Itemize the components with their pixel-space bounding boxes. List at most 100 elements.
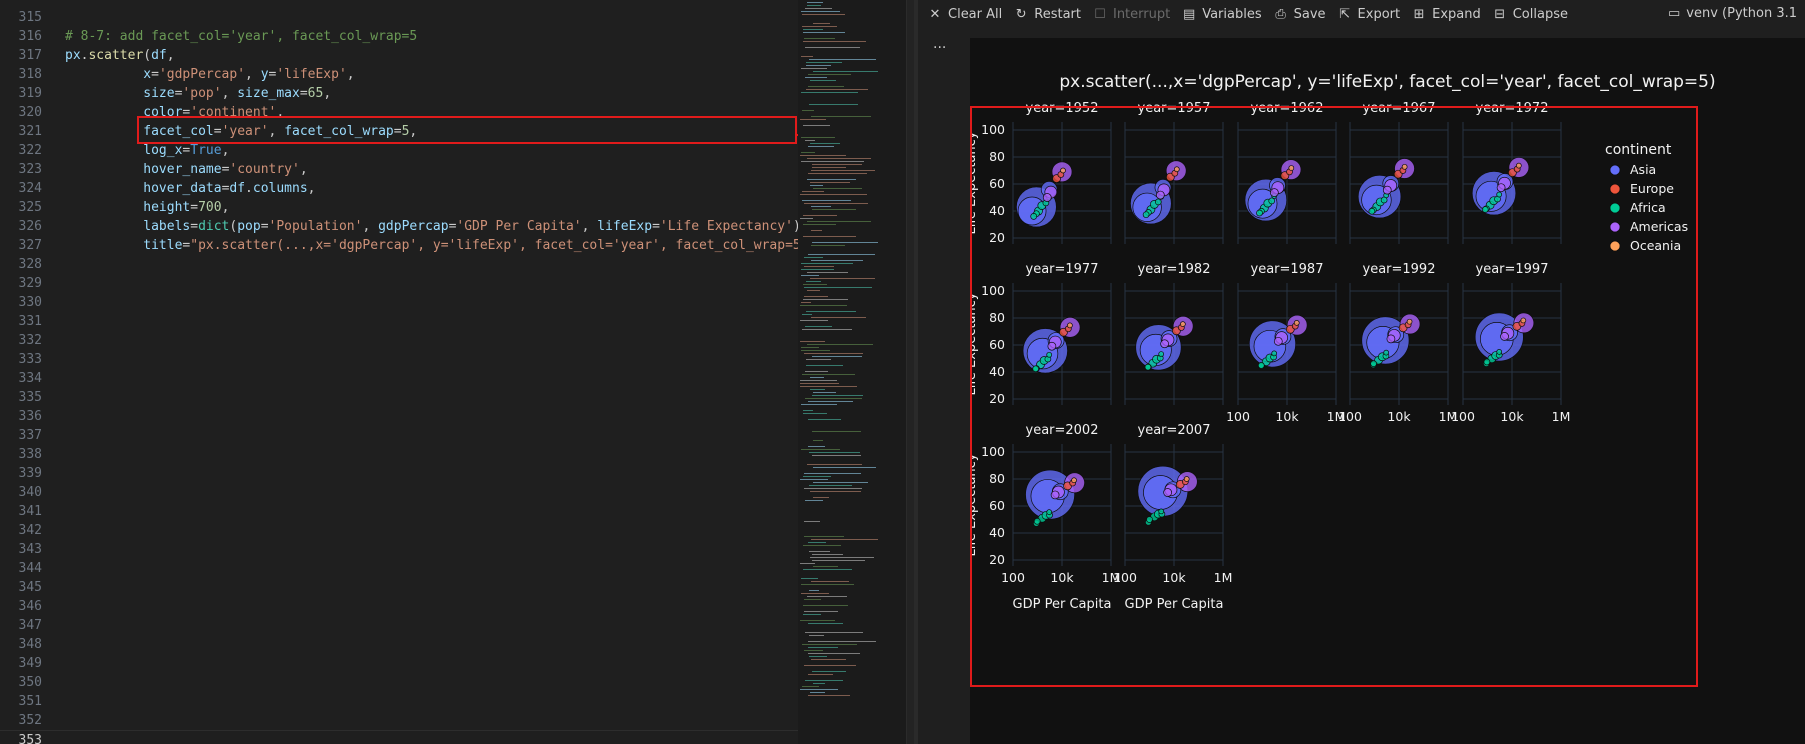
minimap-line: [804, 296, 828, 297]
code-line[interactable]: 327 title="px.scatter(...,x='dgpPercap',…: [0, 236, 798, 255]
minimap-line: [804, 521, 820, 522]
code-line[interactable]: 344: [0, 559, 798, 578]
minimap-line: [800, 620, 835, 621]
minimap-line: [808, 401, 853, 402]
line-number: 346: [18, 599, 42, 614]
line-number: 352: [18, 713, 42, 728]
minimap-line: [810, 557, 874, 558]
code-line[interactable]: 349: [0, 654, 798, 673]
save-button[interactable]: ⎙ Save: [1274, 7, 1325, 22]
minimap-line: [801, 137, 835, 138]
code-line[interactable]: 352: [0, 711, 798, 730]
export-button[interactable]: ⇱ Export: [1338, 7, 1400, 22]
line-number: 333: [18, 352, 42, 367]
minimap-line: [807, 596, 847, 597]
code-line[interactable]: 341: [0, 502, 798, 521]
minimap-line: [810, 389, 825, 390]
interrupt-button[interactable]: ☐ Interrupt: [1093, 7, 1170, 22]
minimap-line: [806, 281, 821, 282]
code-line[interactable]: 350: [0, 673, 798, 692]
minimap-line: [809, 551, 830, 552]
minimap-line: [811, 245, 845, 246]
minimap-line: [808, 695, 850, 696]
variables-icon: ▤: [1183, 6, 1196, 22]
minimap-line: [808, 542, 826, 543]
code-text: hover_data=df.columns,: [143, 181, 316, 196]
code-line[interactable]: 346: [0, 597, 798, 616]
collapse-button[interactable]: ⊟ Collapse: [1493, 7, 1568, 22]
code-line[interactable]: 334: [0, 369, 798, 388]
minimap-line: [803, 476, 831, 477]
minimap-line: [810, 278, 875, 279]
code-line[interactable]: 326 labels=dict(pop='Population', gdpPer…: [0, 217, 798, 236]
code-line[interactable]: 315: [0, 8, 798, 27]
minimap-line: [805, 371, 828, 372]
expand-button[interactable]: ⊞ Expand: [1412, 7, 1481, 22]
code-line[interactable]: 348: [0, 635, 798, 654]
code-line[interactable]: 316 # 8-7: add facet_col='year', facet_co…: [0, 27, 798, 46]
minimap-line: [800, 218, 813, 219]
code-line[interactable]: 338: [0, 445, 798, 464]
variables-button[interactable]: ▤ Variables: [1182, 6, 1262, 22]
code-line[interactable]: 340: [0, 483, 798, 502]
minimap-line: [803, 41, 866, 42]
code-line[interactable]: 323 hover_name='country',: [0, 160, 798, 179]
code-line[interactable]: 325 height=700,: [0, 198, 798, 217]
code-line[interactable]: 330: [0, 293, 798, 312]
minimap-line: [808, 623, 843, 624]
code-line[interactable]: 317 px.scatter(df,: [0, 46, 798, 65]
code-text: hover_name='country',: [143, 162, 308, 177]
minimap-line: [801, 449, 840, 450]
line-number: 324: [18, 181, 42, 196]
cell-output: px.scatter(...,x='dgpPercap', y='lifeExp…: [970, 38, 1805, 744]
minimap-line: [800, 386, 857, 387]
code-line[interactable]: 343: [0, 540, 798, 559]
minimap-line: [800, 383, 839, 384]
minimap-line: [805, 140, 815, 141]
code-line[interactable]: 351: [0, 692, 798, 711]
line-number: 328: [18, 257, 42, 272]
code-line[interactable]: 332: [0, 331, 798, 350]
code-line[interactable]: 324 hover_data=df.columns,: [0, 179, 798, 198]
code-line[interactable]: 331: [0, 312, 798, 331]
code-line[interactable]: 319 size='pop', size_max=65,: [0, 84, 798, 103]
minimap-line: [800, 305, 847, 306]
minimap-line: [806, 89, 868, 90]
minimap-line: [808, 641, 876, 642]
minimap-line: [806, 359, 831, 360]
minimap-line: [802, 374, 855, 375]
collapse-icon: ⊟: [1494, 6, 1506, 22]
code-line[interactable]: 329: [0, 274, 798, 293]
minimap-line: [804, 599, 821, 600]
code-line[interactable]: 328: [0, 255, 798, 274]
code-text: labels=dict(pop='Population', gdpPercap=…: [143, 219, 798, 234]
code-line[interactable]: 336: [0, 407, 798, 426]
code-line[interactable]: 347: [0, 616, 798, 635]
minimap-line: [802, 26, 837, 27]
code-line[interactable]: 333: [0, 350, 798, 369]
minimap[interactable]: [798, 0, 906, 744]
code-line[interactable]: 337: [0, 426, 798, 445]
line-number: 349: [18, 656, 42, 671]
minimap-line: [808, 74, 851, 75]
line-number: 323: [18, 162, 42, 177]
code-line[interactable]: 318 x='gdpPercap', y='lifeExp',: [0, 65, 798, 84]
line-number: 319: [18, 86, 42, 101]
code-line[interactable]: 342: [0, 521, 798, 540]
clear-all-button[interactable]: ✕ Clear All: [928, 7, 1003, 22]
restart-button[interactable]: ↻ Restart: [1014, 7, 1081, 22]
minimap-line: [807, 2, 823, 3]
minimap-line: [811, 230, 822, 231]
code-line[interactable]: 345: [0, 578, 798, 597]
minimap-line: [808, 173, 867, 174]
kernel-picker[interactable]: ▭ venv (Python 3.1: [1668, 6, 1797, 21]
minimap-line: [812, 167, 846, 168]
cell-more-icon[interactable]: ...: [933, 36, 946, 52]
minimap-line: [813, 497, 829, 498]
code-text: size='pop', size_max=65,: [143, 86, 332, 101]
code-line[interactable]: 353: [0, 730, 798, 744]
code-editor[interactable]: 315 316 # 8-7: add facet_col='year', facet…: [0, 0, 798, 744]
code-line[interactable]: 339: [0, 464, 798, 483]
code-line[interactable]: 335: [0, 388, 798, 407]
minimap-line: [805, 326, 832, 327]
